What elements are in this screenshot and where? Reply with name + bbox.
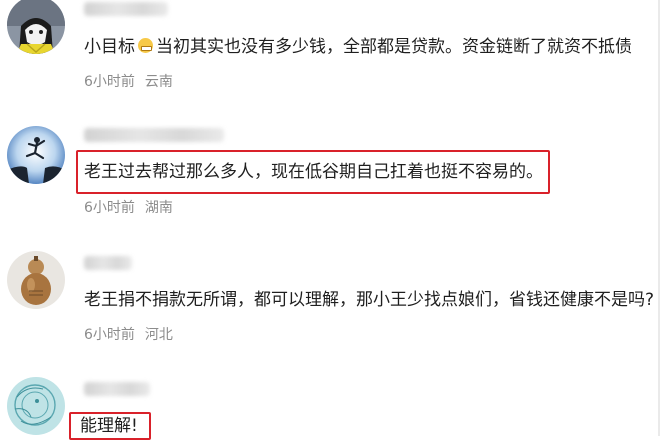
comment-time: 6小时前: [84, 200, 135, 216]
cat-avatar-icon[interactable]: [7, 0, 65, 54]
comment-location: 河北: [144, 327, 173, 343]
username-blurred[interactable]: [84, 256, 132, 270]
username-blurred[interactable]: [84, 2, 168, 16]
comment-meta: 6小时前 河北: [84, 324, 173, 344]
comment-text: 老王过去帮过那么多人，现在低谷期自己扛着也挺不容易的。: [84, 162, 543, 182]
comment-time: 6小时前: [84, 327, 135, 343]
gourd-avatar-icon[interactable]: [7, 251, 65, 309]
sketch-avatar-icon[interactable]: [7, 377, 65, 435]
comment-text: 小目标 当初其实也没有多少钱，全部都是贷款。资金链断了就资不抵债: [84, 36, 632, 58]
comment-text-part: 小目标: [84, 37, 135, 57]
comment-text: 能理解!: [80, 416, 138, 436]
comment-item: 老王捐不捐款无所谓，都可以理解，那小王少找点娘们，省钱还健康不是吗? 6小时前河…: [0, 225, 660, 360]
grin-emoji: [138, 38, 153, 53]
comment-meta: 6小时前 云南: [84, 71, 173, 91]
comment-item: 老王过去帮过那么多人，现在低谷期自己扛着也挺不容易的。 6小时前 湖南: [0, 100, 660, 225]
username-blurred[interactable]: [84, 128, 224, 142]
comment-time: 6小时前: [84, 74, 135, 90]
comment-location: 湖南: [144, 200, 173, 216]
comment-item: 小目标 当初其实也没有多少钱，全部都是贷款。资金链断了就资不抵债 6小时前 云南: [0, 0, 660, 100]
comment-item: 能理解!: [0, 360, 660, 440]
leap-avatar-icon[interactable]: [7, 126, 65, 184]
comment-meta: 6小时前 湖南: [84, 197, 173, 217]
comment-location: 云南: [144, 74, 173, 90]
username-blurred[interactable]: [84, 382, 150, 396]
comment-text: 老王捐不捐款无所谓，都可以理解，那小王少找点娘们，省钱还健康不是吗?: [84, 290, 655, 310]
comment-text-part: 当初其实也没有多少钱，全部都是贷款。资金链断了就资不抵债: [156, 37, 632, 57]
